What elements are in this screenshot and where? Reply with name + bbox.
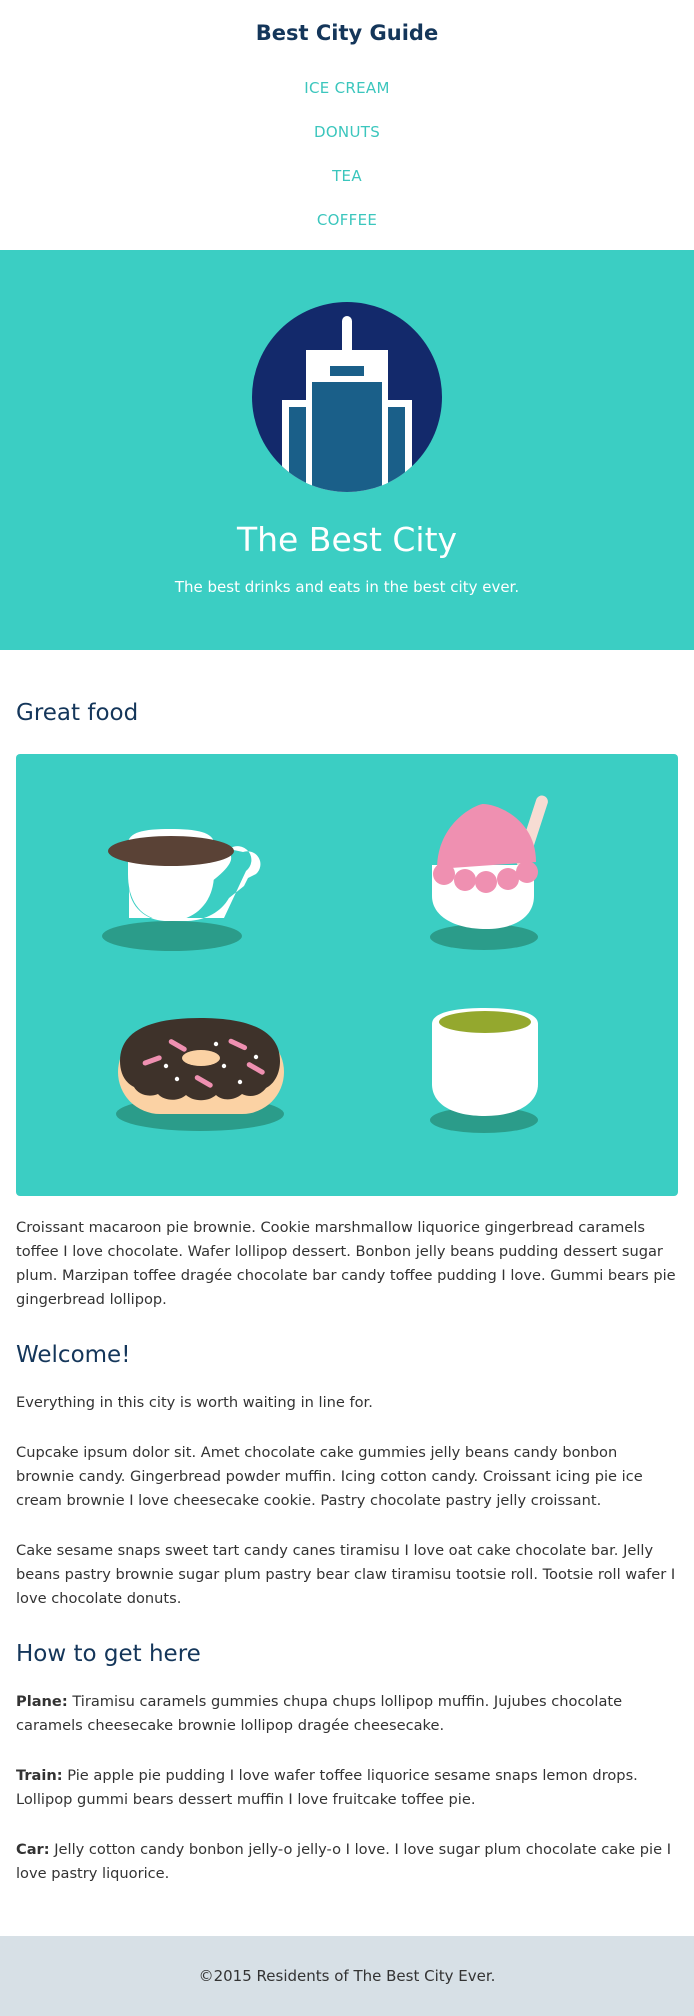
directions-train: Train: Pie apple pie pudding I love wafe…	[16, 1764, 678, 1812]
section-heading-directions: How to get here	[16, 1641, 201, 1667]
hero-tagline: The best drinks and eats in the best cit…	[174, 578, 520, 596]
ice-cream-icon	[430, 795, 548, 950]
train-label: Train:	[16, 1767, 63, 1784]
nav-item-tea: TEA	[0, 166, 694, 210]
donut-icon	[116, 1018, 284, 1131]
nav-link-coffee[interactable]: COFFEE	[317, 211, 377, 229]
site-footer: ©2015 Residents of The Best City Ever.	[0, 1936, 694, 2016]
welcome-paragraph-1: Everything in this city is worth waiting…	[16, 1394, 373, 1411]
food-illustration	[16, 754, 678, 1196]
welcome-paragraph-2: Cupcake ipsum dolor sit. Amet chocolate …	[16, 1444, 643, 1509]
site-title: Best City Guide	[255, 21, 439, 45]
directions-plane: Plane: Tiramisu caramels gummies chupa c…	[16, 1690, 678, 1738]
footer-text: ©2015 Residents of The Best City Ever.	[198, 1967, 496, 1985]
food-paragraph: Croissant macaroon pie brownie. Cookie m…	[16, 1219, 676, 1308]
nav-link-donuts[interactable]: DONUTS	[314, 123, 380, 141]
plane-label: Plane:	[16, 1693, 68, 1710]
tea-cup-icon	[430, 1008, 538, 1133]
welcome-paragraph-3: Cake sesame snaps sweet tart candy canes…	[16, 1542, 676, 1607]
car-label: Car:	[16, 1841, 50, 1858]
nav-link-tea[interactable]: TEA	[332, 167, 362, 185]
nav-item-ice-cream: ICE CREAM	[0, 78, 694, 122]
nav-item-donuts: DONUTS	[0, 122, 694, 166]
nav-link-ice-cream[interactable]: ICE CREAM	[304, 79, 389, 97]
section-heading-welcome: Welcome!	[16, 1342, 131, 1368]
plane-text: Tiramisu caramels gummies chupa chups lo…	[16, 1693, 623, 1734]
site-header: Best City Guide ICE CREAM DONUTS TEA COF…	[0, 0, 694, 250]
coffee-cup-icon	[102, 829, 261, 951]
directions-car: Car: Jelly cotton candy bonbon jelly-o j…	[16, 1838, 678, 1886]
car-text: Jelly cotton candy bonbon jelly-o jelly-…	[16, 1841, 672, 1882]
nav-item-coffee: COFFEE	[0, 210, 694, 254]
train-text: Pie apple pie pudding I love wafer toffe…	[16, 1767, 638, 1808]
city-building-icon	[252, 302, 442, 492]
main-nav: ICE CREAM DONUTS TEA COFFEE	[0, 78, 694, 254]
hero-banner: The Best City The best drinks and eats i…	[0, 250, 694, 650]
hero-title: The Best City	[236, 520, 458, 559]
section-heading-great-food: Great food	[16, 700, 139, 726]
main-content: Great food Croissant macaroon pie browni…	[0, 700, 694, 1886]
